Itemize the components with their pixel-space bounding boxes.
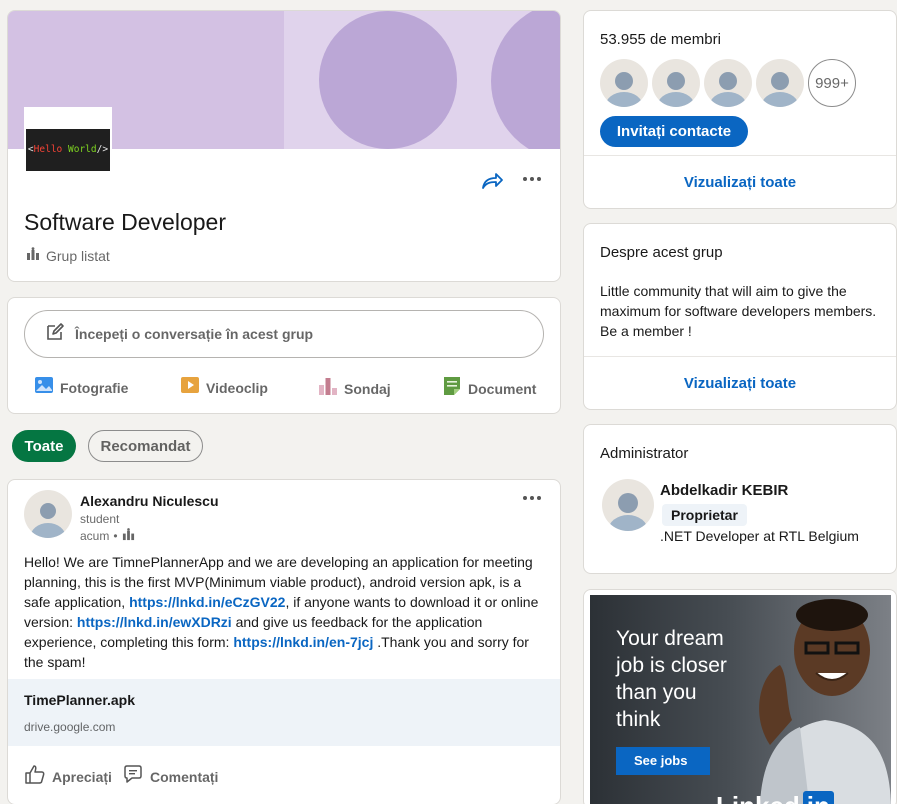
admin-name[interactable]: Abdelkadir KEBIR [660,482,788,499]
photo-button[interactable]: Fotografie [34,376,128,399]
admin-card: Administrator Abdelkadir KEBIR Proprieta… [583,424,897,574]
attachment-domain: drive.google.com [24,720,116,734]
group-header-card: <Hello World/> Software Developer Grup l… [7,10,561,282]
members-count[interactable]: 53.955 de membri [600,31,721,48]
start-conversation-button[interactable]: Începeți o conversație în acest grup [24,310,544,358]
like-button[interactable]: Apreciați [24,763,112,790]
see-jobs-button[interactable]: See jobs [616,747,710,775]
about-description: Little community that will aim to give t… [600,283,877,339]
ad-headline: Your dream job is closer than you think [616,627,727,731]
ad-image[interactable]: Your dream job is closer than you think … [590,595,891,804]
author-name[interactable]: Alexandru Niculescu [80,493,219,509]
admin-avatar[interactable] [602,479,654,531]
attachment-preview[interactable]: TimePlanner.apk drive.google.com [8,679,560,746]
post-more-options-icon[interactable] [520,488,544,512]
post-meta: acum • [80,528,135,544]
comment-button[interactable]: Comentați [122,763,218,790]
document-button[interactable]: Document [442,376,536,401]
post-body: Hello! We are TimnePlannerApp and we are… [24,554,539,670]
ad-card: Your dream job is closer than you think … [583,589,897,804]
member-avatar[interactable] [600,59,648,107]
group-visibility-icon [122,528,135,544]
post-link-1[interactable]: https://lnkd.in/eCzGV22 [129,594,285,610]
filter-all-pill[interactable]: Toate [12,430,76,462]
post-link-2[interactable]: https://lnkd.in/ewXDRzi [77,614,232,630]
view-all-members-link[interactable]: Vizualizați toate [584,174,896,191]
post-card: Alexandru Niculescu student acum • Hello… [7,479,561,804]
document-icon [442,376,462,401]
compose-icon [45,322,65,347]
invite-contacts-button[interactable]: Invitați contacte [600,116,748,147]
member-avatar[interactable] [704,59,752,107]
author-avatar[interactable] [24,490,72,538]
linkedin-logo: Linked in [716,791,834,804]
group-title: Software Developer [24,209,226,235]
attachment-title: TimePlanner.apk [24,692,136,708]
composer-card: Începeți o conversație în acest grup Fot… [7,297,561,414]
admin-heading: Administrator [600,445,689,462]
ad-person-illustration [740,595,891,804]
thumbs-up-icon [24,763,46,790]
about-card: Despre acest grup Little community that … [583,223,897,410]
more-options-icon[interactable] [520,169,544,193]
more-members-badge[interactable]: 999+ [808,59,856,107]
comment-icon [122,763,144,790]
photo-icon [34,376,54,399]
share-icon[interactable] [480,169,504,193]
poll-icon [318,376,338,401]
group-logo[interactable]: <Hello World/> [24,107,112,175]
poll-button[interactable]: Sondaj [318,376,391,401]
member-avatar[interactable] [652,59,700,107]
members-card: 53.955 de membri 999+ Invitați contacte … [583,10,897,209]
video-button[interactable]: Videoclip [180,376,268,399]
filter-recommended-pill[interactable]: Recomandat [88,430,203,462]
member-avatar[interactable] [756,59,804,107]
admin-headline: .NET Developer at RTL Belgium [660,528,859,544]
group-type: Grup listat [26,247,110,264]
post-link-3[interactable]: https://lnkd.in/en-7jcj [233,634,373,650]
group-type-icon [26,247,40,264]
owner-badge: Proprietar [662,504,747,526]
author-headline: student [80,512,120,526]
video-icon [180,376,200,399]
view-all-about-link[interactable]: Vizualizați toate [584,375,896,392]
about-heading: Despre acest grup [600,244,723,261]
